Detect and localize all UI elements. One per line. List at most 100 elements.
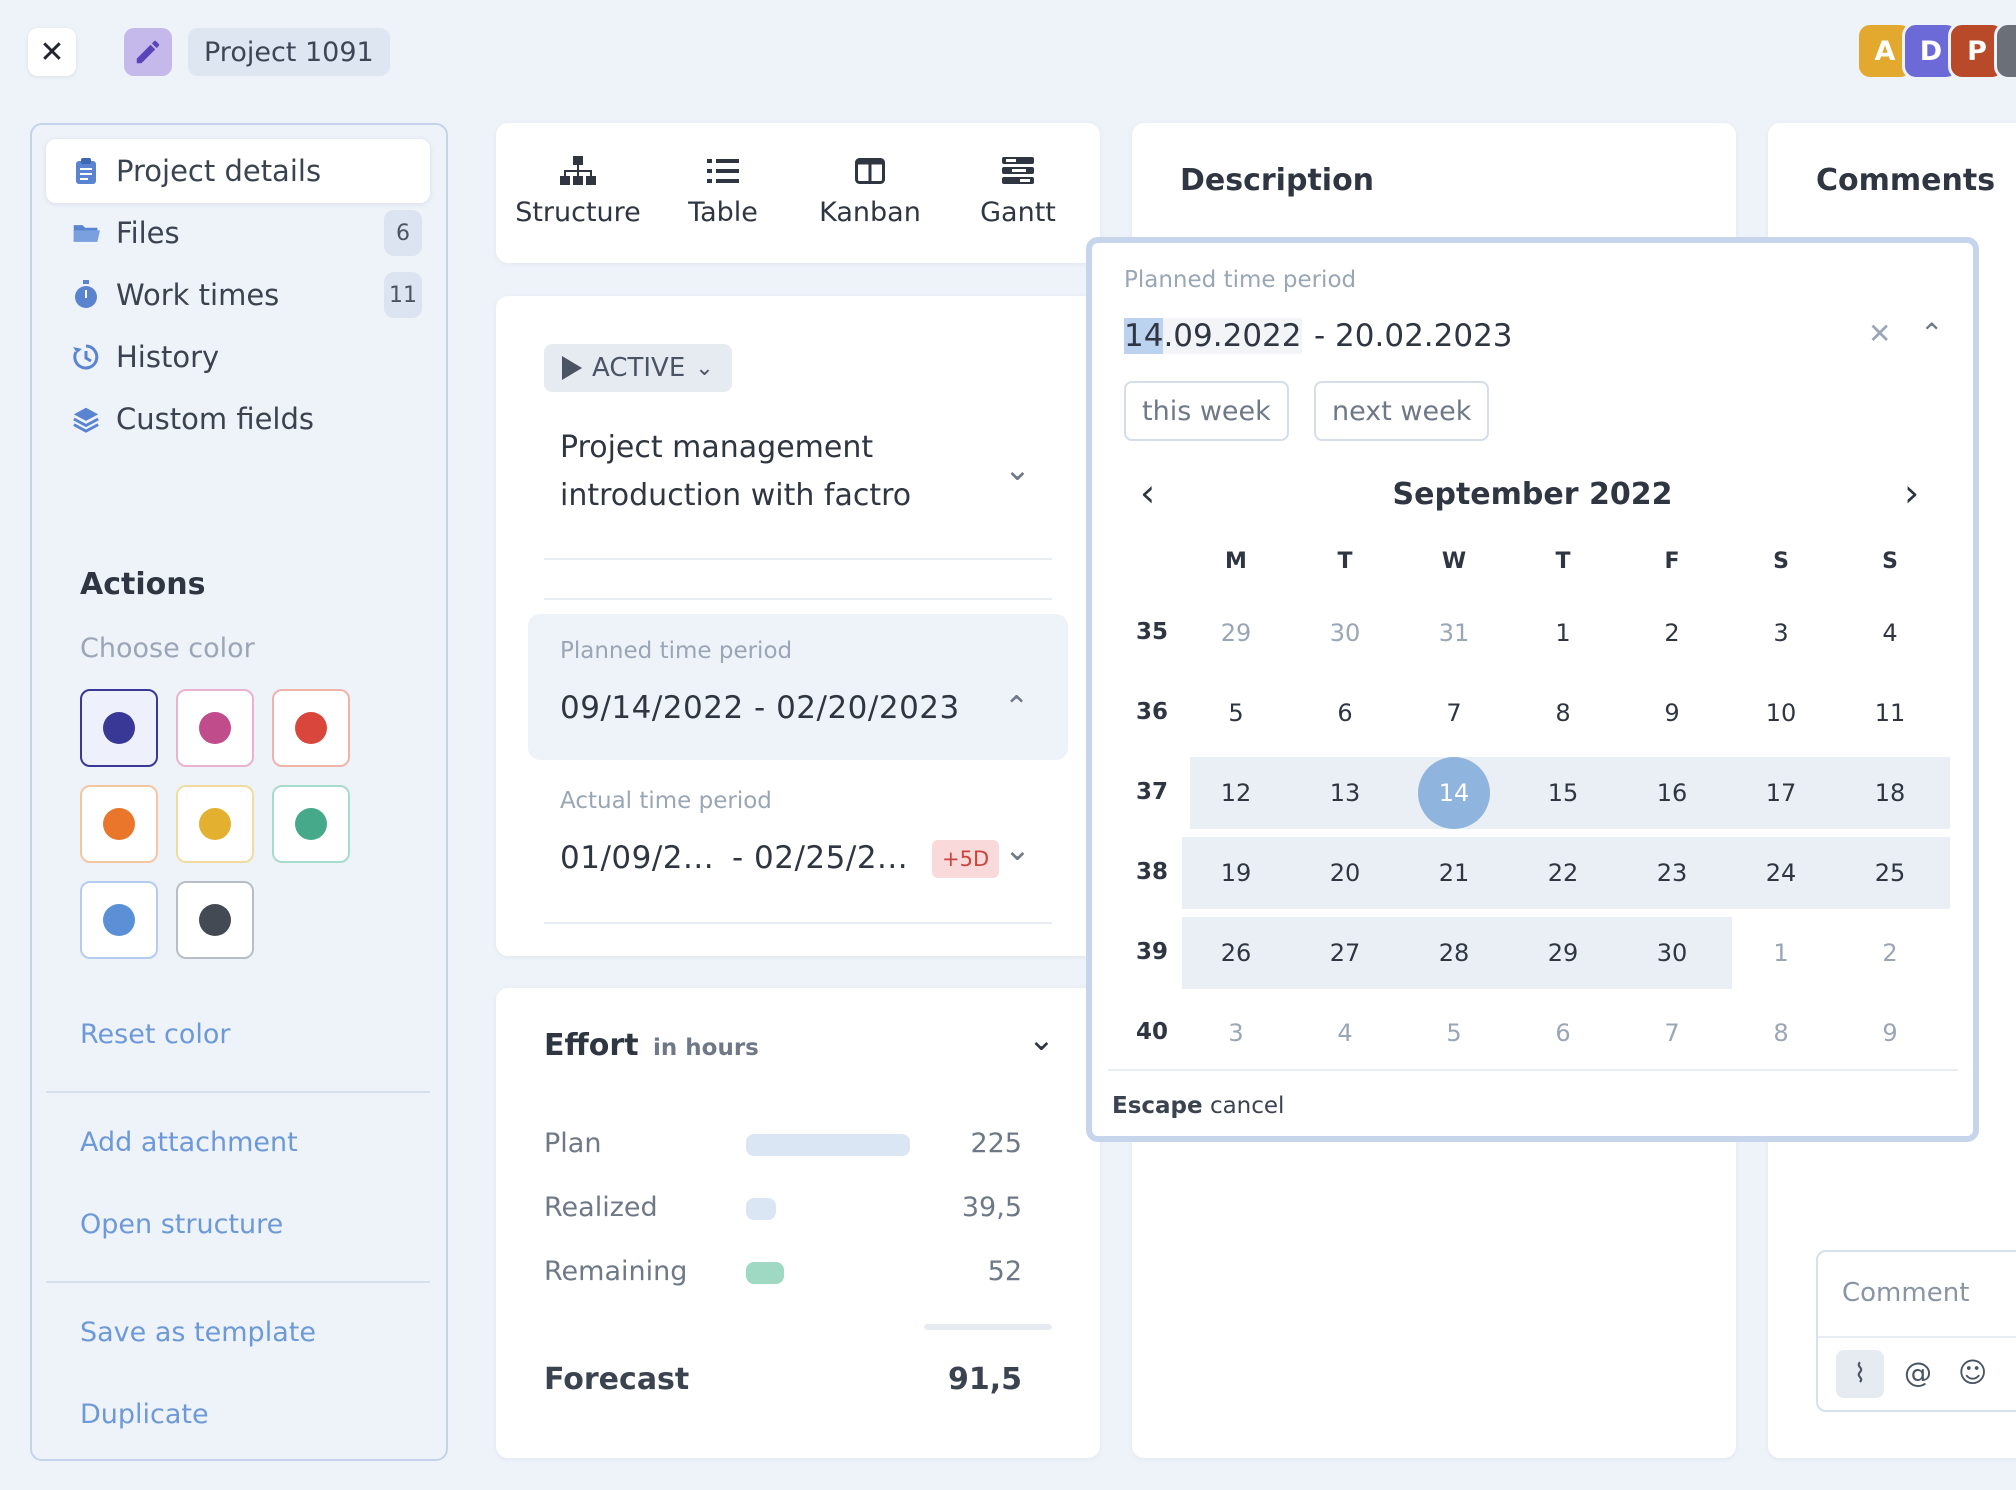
next-month-icon[interactable]: ›: [1904, 471, 1919, 515]
calendar-day[interactable]: 19: [1182, 837, 1290, 909]
close-button[interactable]: ✕: [28, 28, 76, 76]
attach-icon[interactable]: ⌇: [1836, 1350, 1884, 1398]
save-as-template-link[interactable]: Save as template: [80, 1317, 316, 1348]
divider: [924, 1324, 1052, 1330]
calendar-day[interactable]: 4: [1836, 597, 1944, 669]
tab-structure[interactable]: Structure: [508, 151, 648, 228]
color-swatch[interactable]: [80, 785, 158, 863]
calendar-day[interactable]: 3: [1182, 997, 1290, 1069]
picker-end-input[interactable]: - 20.02.2023: [1314, 311, 1513, 361]
sidebar-item-project-details[interactable]: Project details: [46, 139, 430, 203]
calendar-day[interactable]: 13: [1291, 757, 1399, 829]
calendar-day[interactable]: 3: [1727, 597, 1835, 669]
divider: [1108, 1069, 1958, 1071]
sidebar-item-work-times[interactable]: Work times 11: [46, 263, 430, 327]
duplicate-link[interactable]: Duplicate: [80, 1399, 209, 1430]
weekday-header: M: [1225, 549, 1247, 574]
sidebar-item-custom-fields[interactable]: Custom fields: [46, 387, 430, 451]
delay-badge: +5D: [932, 840, 1000, 878]
project-name-chip[interactable]: Project 1091: [188, 28, 390, 76]
calendar-day[interactable]: 26: [1182, 917, 1290, 989]
color-swatch[interactable]: [272, 689, 350, 767]
pencil-icon: [136, 40, 160, 64]
emoji-icon[interactable]: ☺: [1958, 1356, 1987, 1389]
color-swatch[interactable]: [272, 785, 350, 863]
calendar-day[interactable]: 31: [1400, 597, 1508, 669]
color-swatch[interactable]: [80, 689, 158, 767]
next-week-button[interactable]: next week: [1314, 381, 1490, 441]
actual-period-start[interactable]: 01/09/2...: [560, 840, 714, 876]
calendar-day[interactable]: 29: [1509, 917, 1617, 989]
calendar-day[interactable]: 2: [1618, 597, 1726, 669]
color-swatch[interactable]: [80, 881, 158, 959]
planned-period-field[interactable]: Planned time period 09/14/2022 - 02/20/2…: [528, 614, 1068, 760]
mention-icon[interactable]: @: [1904, 1356, 1932, 1389]
calendar-day[interactable]: 15: [1509, 757, 1617, 829]
calendar-day[interactable]: 20: [1291, 837, 1399, 909]
calendar-day[interactable]: 5: [1400, 997, 1508, 1069]
planned-period-label: Planned time period: [560, 638, 793, 664]
folder-icon: [72, 221, 100, 245]
calendar-day[interactable]: 9: [1618, 677, 1726, 749]
calendar-day[interactable]: 23: [1618, 837, 1726, 909]
status-dropdown[interactable]: ACTIVE ⌄: [544, 344, 732, 392]
chevron-down-icon[interactable]: ⌄: [1004, 830, 1031, 868]
edit-button[interactable]: [124, 28, 172, 76]
open-structure-link[interactable]: Open structure: [80, 1209, 283, 1240]
sidebar-item-history[interactable]: History: [46, 325, 430, 389]
color-swatch[interactable]: [176, 881, 254, 959]
divider: [1818, 1336, 2016, 1338]
week-number: 35: [1135, 619, 1168, 645]
add-attachment-link[interactable]: Add attachment: [80, 1127, 298, 1158]
calendar-day[interactable]: 25: [1836, 837, 1944, 909]
calendar-day[interactable]: 1: [1509, 597, 1617, 669]
calendar-day[interactable]: 12: [1182, 757, 1290, 829]
calendar-day[interactable]: 6: [1291, 677, 1399, 749]
calendar-day[interactable]: 5: [1182, 677, 1290, 749]
calendar-day[interactable]: 29: [1182, 597, 1290, 669]
calendar-day[interactable]: 22: [1509, 837, 1617, 909]
calendar-day[interactable]: 7: [1400, 677, 1508, 749]
divider: [46, 1281, 430, 1283]
calendar-day[interactable]: 21: [1400, 837, 1508, 909]
sidebar-item-files[interactable]: Files 6: [46, 201, 430, 265]
calendar-day[interactable]: 30: [1618, 917, 1726, 989]
calendar-day[interactable]: 24: [1727, 837, 1835, 909]
calendar-day[interactable]: 8: [1509, 677, 1617, 749]
tab-gantt[interactable]: Gantt: [948, 151, 1088, 228]
color-swatch[interactable]: [176, 785, 254, 863]
calendar-day[interactable]: 4: [1291, 997, 1399, 1069]
weekday-header: S: [1882, 549, 1898, 574]
calendar-day[interactable]: 11: [1836, 677, 1944, 749]
calendar-day[interactable]: 7: [1618, 997, 1726, 1069]
calendar-day[interactable]: 6: [1509, 997, 1617, 1069]
calendar-day[interactable]: 18: [1836, 757, 1944, 829]
avatar-photo[interactable]: [1994, 22, 2016, 80]
tab-table[interactable]: Table: [653, 151, 793, 228]
color-swatch[interactable]: [176, 689, 254, 767]
chevron-down-icon[interactable]: ⌄: [1028, 1020, 1055, 1058]
chevron-up-icon[interactable]: ⌃: [1004, 690, 1029, 725]
calendar-day[interactable]: 1: [1727, 917, 1835, 989]
tab-kanban[interactable]: Kanban: [800, 151, 940, 228]
calendar-day[interactable]: 8: [1727, 997, 1835, 1069]
this-week-button[interactable]: this week: [1124, 381, 1289, 441]
chevron-down-icon[interactable]: ⌄: [1004, 450, 1031, 488]
calendar-day[interactable]: 2: [1836, 917, 1944, 989]
calendar-day[interactable]: 28: [1400, 917, 1508, 989]
calendar-day[interactable]: 17: [1727, 757, 1835, 829]
project-title[interactable]: Project management introduction with fac…: [560, 424, 980, 520]
calendar-day[interactable]: 9: [1836, 997, 1944, 1069]
calendar-day[interactable]: 14: [1400, 757, 1508, 829]
picker-start-input[interactable]: 14.09.2022: [1124, 311, 1302, 361]
calendar-day[interactable]: 27: [1291, 917, 1399, 989]
clear-icon[interactable]: ✕: [1868, 317, 1891, 350]
comment-input[interactable]: Comment ⌇ @ ☺: [1816, 1250, 2016, 1412]
calendar-day[interactable]: 10: [1727, 677, 1835, 749]
week-number: 38: [1135, 859, 1168, 885]
calendar-day[interactable]: 16: [1618, 757, 1726, 829]
calendar-day[interactable]: 30: [1291, 597, 1399, 669]
chevron-up-icon[interactable]: ⌃: [1920, 317, 1943, 350]
actual-period-end[interactable]: - 02/25/2...: [732, 840, 908, 876]
reset-color-link[interactable]: Reset color: [80, 1019, 231, 1050]
